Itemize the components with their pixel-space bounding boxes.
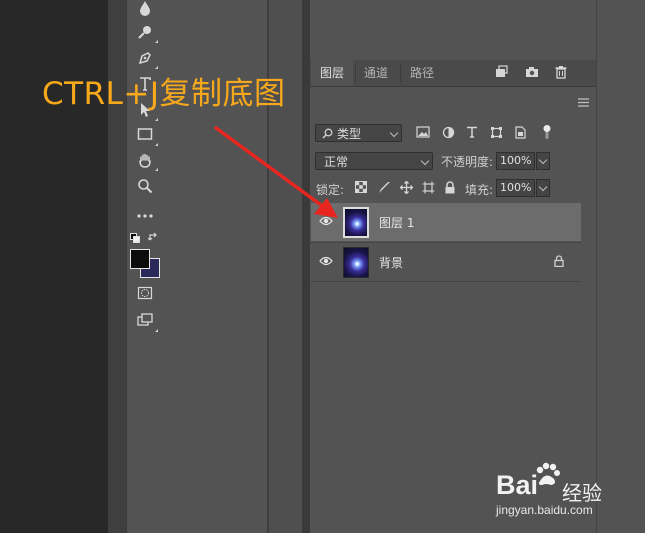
paw-icon (536, 462, 560, 485)
lock-transparent-icon[interactable] (354, 181, 368, 195)
layer-thumbnail[interactable] (343, 247, 369, 278)
dodge-icon (138, 26, 151, 39)
annotation-arrow (214, 126, 338, 218)
annotation-text: CTRL+J复制底图 (42, 76, 286, 112)
fill-dropdown-button[interactable] (536, 179, 550, 197)
dodge-tool[interactable] (134, 24, 158, 44)
watermark-logo-suffix: 经验 (562, 481, 602, 505)
eye-icon[interactable] (319, 256, 333, 266)
opacity-label: 不透明度: (441, 155, 494, 169)
rectangle-tool[interactable] (134, 127, 158, 147)
fill-input[interactable]: 100% (496, 179, 535, 197)
magnifier-icon (138, 179, 153, 194)
lock-artboard-icon[interactable] (421, 181, 435, 195)
text-filter-icon[interactable] (465, 126, 479, 140)
upper-panel (310, 0, 596, 61)
filter-toggle-icon[interactable] (540, 124, 554, 139)
panel-menu-icon[interactable] (578, 96, 589, 107)
blur-tool[interactable] (134, 0, 156, 20)
opacity-input[interactable]: 100% (496, 152, 535, 170)
baidu-jingyan-watermark: Bai 经验 jingyan.baidu.com (492, 462, 642, 526)
shape-filter-icon[interactable] (489, 126, 503, 140)
tab-layers[interactable]: 图层 (311, 60, 354, 86)
new-layer-icon[interactable] (494, 65, 508, 79)
quick-mask-button[interactable] (134, 286, 156, 306)
rectangle-icon (137, 128, 153, 140)
watermark-url: jingyan.baidu.com (496, 503, 593, 517)
lock-all-icon[interactable] (443, 181, 457, 195)
foreground-color-swatch[interactable] (130, 249, 150, 269)
adjustment-filter-icon[interactable] (441, 126, 455, 140)
hand-icon (139, 153, 151, 168)
layers-list-divider (311, 281, 581, 282)
layer-row-layer1[interactable]: 图层 1 (311, 203, 581, 241)
hand-tool[interactable] (134, 152, 158, 172)
lock-image-icon[interactable] (377, 181, 391, 195)
camera-icon[interactable] (525, 65, 539, 79)
droplet-icon (140, 1, 150, 16)
tab-paths[interactable]: 路径 (401, 60, 443, 86)
fill-label: 填充: (465, 183, 494, 197)
watermark-logo: Bai (496, 470, 539, 500)
layer-thumbnail[interactable] (343, 207, 369, 238)
trash-icon[interactable] (554, 65, 568, 79)
lock-position-icon[interactable] (399, 180, 413, 195)
layer-row-background[interactable]: 背景 (311, 242, 581, 281)
default-colors-icon[interactable] (130, 233, 140, 243)
layer-name[interactable]: 图层 1 (379, 214, 414, 231)
edit-toolbar[interactable] (134, 205, 156, 225)
more-icon (137, 214, 153, 218)
pen-tool[interactable] (134, 50, 158, 70)
quick-mask-icon (137, 286, 153, 300)
lock-icon[interactable] (553, 255, 565, 267)
screen-mode-button[interactable] (134, 313, 158, 333)
tab-channels[interactable]: 通道 (355, 60, 397, 86)
divider[interactable] (302, 0, 310, 533)
opacity-dropdown-button[interactable] (536, 152, 550, 170)
layer-name[interactable]: 背景 (379, 254, 403, 271)
zoom-tool[interactable] (134, 178, 156, 198)
smart-object-filter-icon[interactable] (513, 126, 527, 140)
image-filter-icon[interactable] (416, 126, 430, 140)
swap-colors-icon[interactable] (147, 231, 158, 241)
screen-mode-icon (137, 313, 153, 326)
pen-icon (138, 52, 151, 65)
right-empty-area (596, 0, 645, 533)
